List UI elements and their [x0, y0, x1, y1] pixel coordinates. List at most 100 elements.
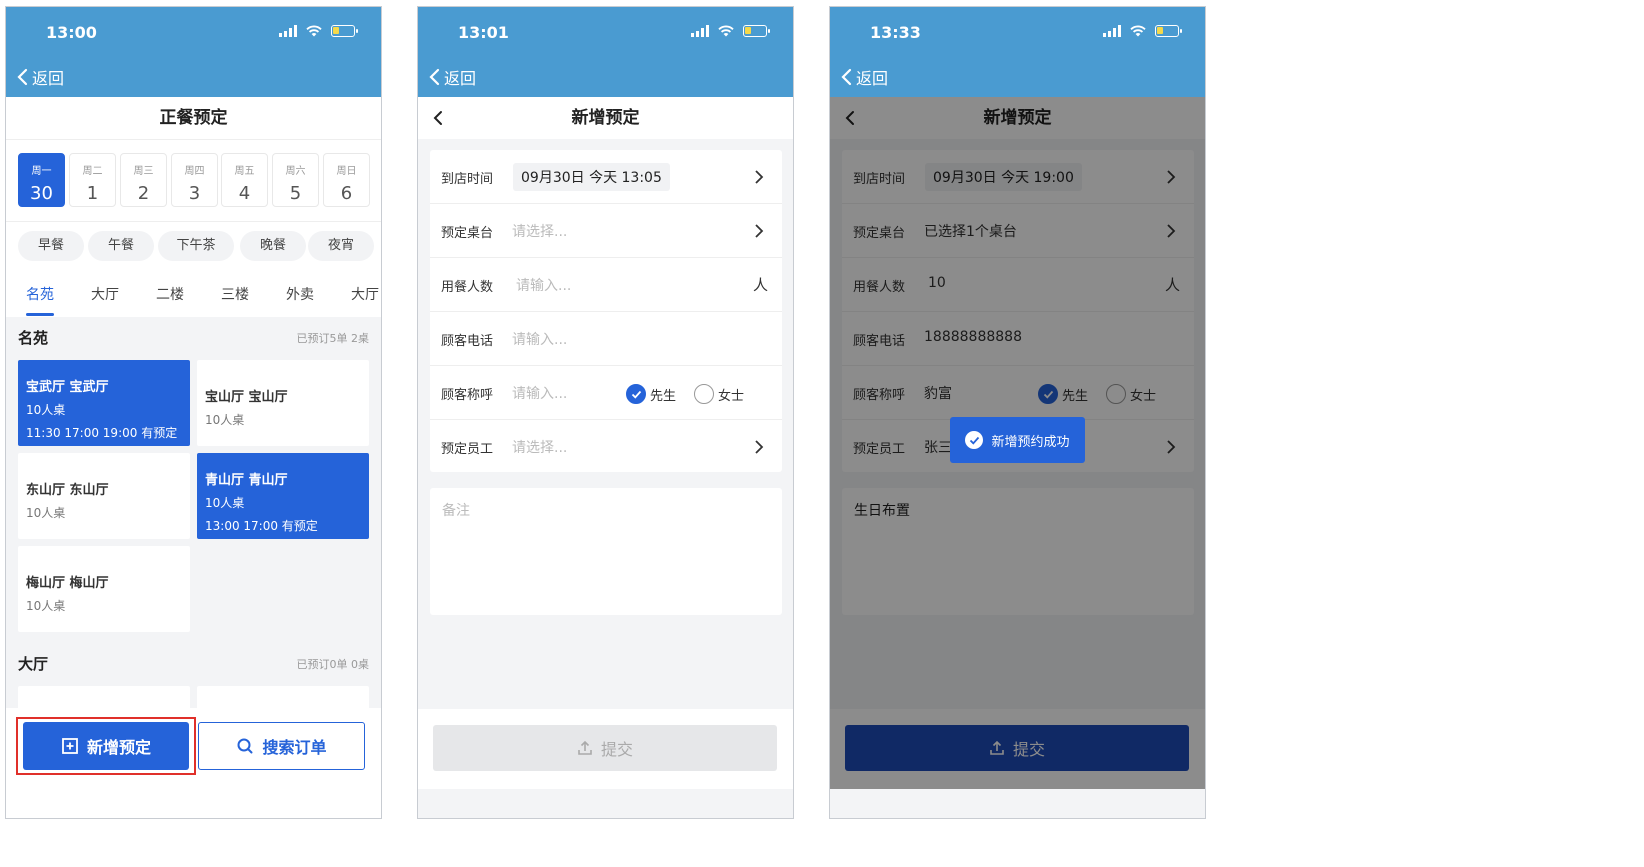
room-size: 10人桌 [205, 413, 245, 427]
back-label: 返回 [444, 69, 477, 88]
phone-screen-booking-success: 13:33 返回 新增预定 到店时间 09月30日 今天 19:00 预定桌台 … [829, 6, 1206, 819]
area-tabs: 名苑 大厅 二楼 三楼 外卖 大厅 [6, 269, 381, 317]
tab-area-1[interactable]: 大厅 [91, 284, 119, 304]
guest-count-label: 用餐人数 [441, 280, 494, 295]
day-thursday[interactable]: 周四 3 [171, 153, 218, 207]
day-saturday[interactable]: 周六 5 [272, 153, 319, 207]
tab-area-5[interactable]: 大厅 [351, 284, 379, 304]
room-card[interactable]: 东山厅 东山厅 10人桌 [18, 453, 190, 539]
table-label: 预定桌台 [441, 226, 494, 241]
upload-icon [578, 740, 592, 755]
radio-mr-label: 先生 [650, 388, 677, 404]
salutation-row[interactable]: 顾客称呼 请输入... 先生 女士 [430, 366, 782, 420]
chevron-left-icon[interactable] [432, 110, 444, 126]
salutation-input[interactable]: 请输入... [512, 383, 567, 403]
phone-row[interactable]: 顾客电话 请输入... [430, 312, 782, 366]
plus-square-icon [62, 738, 78, 754]
wifi-icon [718, 25, 734, 37]
submit-bar: 提交 [418, 709, 793, 789]
status-bar: 13:00 [6, 7, 381, 57]
wifi-icon [1130, 25, 1146, 37]
guest-count-input[interactable]: 请输入... [516, 275, 571, 295]
room-card[interactable]: 梅山厅 梅山厅 10人桌 [18, 546, 190, 632]
radio-checked-icon [626, 384, 646, 404]
section-title: 大厅 [18, 655, 49, 673]
arrival-time-row[interactable]: 到店时间 09月30日 今天 13:05 [430, 150, 782, 204]
chevron-right-icon [755, 170, 764, 184]
status-time: 13:01 [458, 23, 509, 42]
battery-icon [743, 25, 770, 37]
radio-mr[interactable]: 先生 [626, 384, 676, 404]
back-button[interactable]: 返回 [840, 65, 888, 89]
room-card[interactable]: 宝武厅 宝武厅 10人桌 11:30 17:00 19:00 有预定 [18, 360, 190, 446]
arrival-time-value[interactable]: 09月30日 今天 13:05 [513, 163, 670, 191]
battery-icon [1155, 25, 1182, 37]
meal-lunch[interactable]: 午餐 [88, 231, 154, 261]
meal-late-night[interactable]: 夜宵 [308, 231, 374, 261]
meal-afternoon-tea[interactable]: 下午茶 [158, 231, 234, 261]
add-booking-button[interactable]: 新增预定 [23, 722, 189, 770]
submit-button[interactable]: 提交 [433, 725, 777, 771]
room-card[interactable]: 宝山厅 宝山厅 10人桌 [197, 360, 369, 446]
room-card[interactable]: 青山厅 青山厅 10人桌 13:00 17:00 有预定 [197, 453, 369, 539]
status-bar: 13:33 [830, 7, 1205, 57]
meal-breakfast[interactable]: 早餐 [18, 231, 84, 261]
meal-dinner[interactable]: 晚餐 [240, 231, 306, 261]
home-area [418, 789, 793, 818]
back-button[interactable]: 返回 [16, 65, 64, 89]
staff-row[interactable]: 预定员工 请选择... [430, 420, 782, 474]
tab-area-4[interactable]: 外卖 [286, 284, 314, 304]
radio-ms[interactable]: 女士 [694, 384, 744, 404]
add-booking-label: 新增预定 [86, 738, 151, 757]
table-row[interactable]: 预定桌台 请选择... [430, 204, 782, 258]
check-circle-icon [965, 431, 984, 449]
day-wednesday[interactable]: 周三 2 [120, 153, 167, 207]
chevron-left-icon [429, 68, 440, 86]
staff-label: 预定员工 [441, 442, 494, 457]
room-name: 东山厅 东山厅 [26, 483, 109, 498]
tab-area-3[interactable]: 三楼 [221, 284, 249, 304]
search-orders-button[interactable]: 搜索订单 [198, 722, 365, 770]
staff-placeholder: 请选择... [512, 440, 568, 456]
signal-icon [691, 25, 709, 37]
toast-message: 新增预约成功 [991, 434, 1070, 450]
check-icon [631, 390, 641, 399]
meal-selector: 早餐 午餐 下午茶 晚餐 夜宵 [6, 221, 381, 269]
chevron-left-icon [841, 68, 852, 86]
phone-label: 顾客电话 [441, 334, 494, 349]
wifi-icon [306, 25, 322, 37]
day-monday[interactable]: 周一 30 [18, 153, 65, 207]
back-button[interactable]: 返回 [428, 65, 476, 89]
status-time: 13:00 [46, 23, 97, 42]
check-icon [969, 436, 980, 445]
back-label: 返回 [856, 69, 889, 88]
success-toast: 新增预约成功 [950, 417, 1085, 463]
chevron-right-icon [755, 224, 764, 238]
home-area [830, 789, 1205, 818]
page-title: 新增预定 [571, 108, 640, 128]
tab-area-0[interactable]: 名苑 [26, 284, 54, 316]
room-bookings: 11:30 17:00 19:00 有预定 [26, 426, 178, 440]
week-selector: 周一 30 周二 1 周三 2 周四 3 周五 4 周六 5 周日 6 [6, 139, 381, 221]
day-tuesday[interactable]: 周二 1 [69, 153, 116, 207]
phone-screen-dining-booking: 13:00 返回 正餐预定 周一 30 周二 1 周三 2 周四 3 周五 4 周六 5 周… [5, 6, 382, 819]
search-orders-label: 搜索订单 [262, 738, 327, 757]
table-placeholder: 请选择... [512, 224, 568, 240]
section-summary: 已预订0单 0桌 [296, 658, 370, 671]
guest-unit: 人 [752, 276, 768, 294]
status-bar: 13:01 [418, 7, 793, 57]
nav-bar: 返回 [6, 57, 381, 97]
chevron-right-icon [755, 440, 764, 454]
room-name: 青山厅 青山厅 [205, 473, 288, 488]
phone-input[interactable]: 请输入... [512, 329, 567, 349]
day-friday[interactable]: 周五 4 [221, 153, 268, 207]
room-size: 10人桌 [26, 599, 66, 613]
room-name: 宝武厅 宝武厅 [26, 380, 109, 395]
section-summary: 已预订5单 2桌 [296, 332, 370, 345]
guest-count-row[interactable]: 用餐人数 请输入... 人 [430, 258, 782, 312]
day-sunday[interactable]: 周日 6 [323, 153, 370, 207]
room-size: 10人桌 [26, 403, 66, 417]
chevron-left-icon [17, 68, 28, 86]
tab-area-2[interactable]: 二楼 [156, 284, 184, 304]
remark-input[interactable]: 备注 [430, 488, 782, 615]
